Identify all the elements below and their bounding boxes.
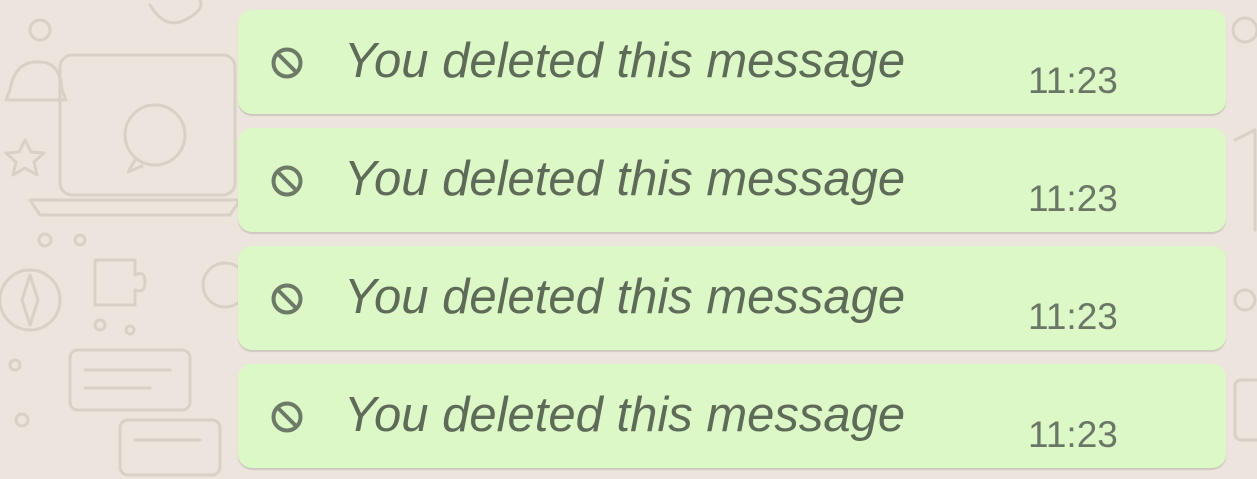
message-bubble[interactable]: You deleted this message 11:23 — [238, 364, 1226, 468]
chat-messages-list: You deleted this message 11:23 You delet… — [0, 0, 1257, 479]
message-text: You deleted this message — [344, 388, 906, 442]
message-text: You deleted this message — [344, 152, 906, 206]
message-bubble[interactable]: You deleted this message 11:23 — [238, 246, 1226, 350]
message-text: You deleted this message — [344, 270, 906, 324]
message-time: 11:23 — [1028, 60, 1118, 101]
ban-icon — [271, 165, 303, 197]
ban-icon — [271, 401, 303, 433]
ban-icon — [271, 47, 303, 79]
message-bubble[interactable]: You deleted this message 11:23 — [238, 10, 1226, 114]
message-time: 11:23 — [1028, 414, 1118, 455]
ban-icon — [271, 283, 303, 315]
message-time: 11:23 — [1028, 178, 1118, 219]
message-time: 11:23 — [1028, 296, 1118, 337]
message-bubble[interactable]: You deleted this message 11:23 — [238, 128, 1226, 232]
message-text: You deleted this message — [344, 34, 906, 88]
